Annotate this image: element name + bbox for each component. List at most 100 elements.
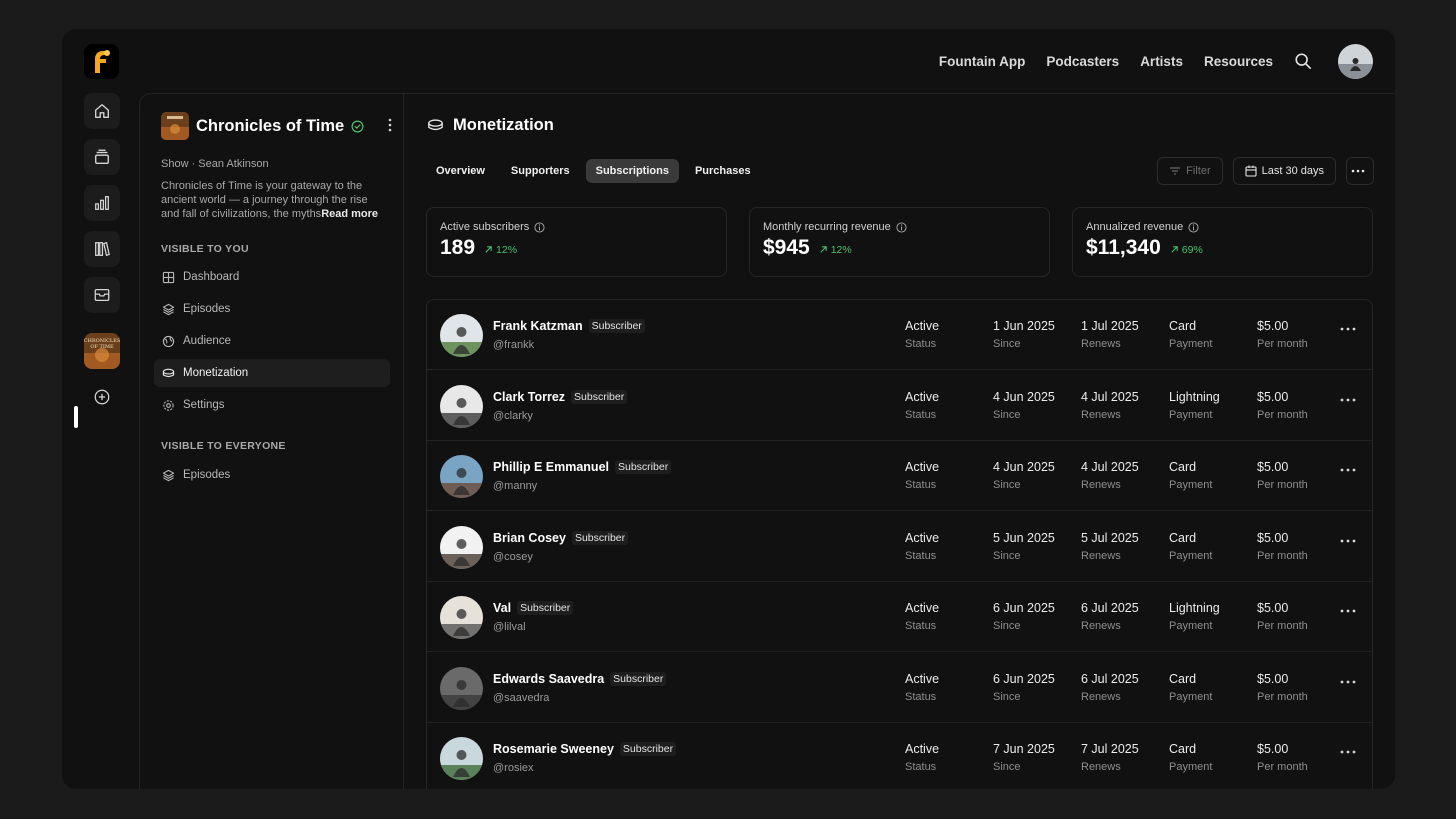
- row-more-icon[interactable]: [1340, 609, 1356, 613]
- cell-status-value: Active: [905, 319, 940, 333]
- filter-button[interactable]: Filter: [1157, 157, 1223, 185]
- cell-since-value: 6 Jun 2025: [993, 601, 1055, 615]
- rail-analytics-button[interactable]: [84, 185, 120, 221]
- more-horizontal-icon: [1351, 169, 1364, 173]
- stack-icon: [162, 303, 175, 315]
- subscriber-handle: @cosey: [493, 550, 533, 563]
- subscriber-name[interactable]: Clark Torrez: [493, 390, 565, 404]
- globe-icon: [162, 335, 175, 347]
- table-row[interactable]: Clark Torrez Subscriber @clarky Active Statu…: [427, 371, 1372, 441]
- info-icon[interactable]: [534, 221, 545, 233]
- cell-renews: 4 Jul 2025 Renews: [1081, 460, 1139, 491]
- row-more-icon[interactable]: [1340, 680, 1356, 684]
- cell-status-value: Active: [905, 742, 940, 756]
- row-more-icon[interactable]: [1340, 468, 1356, 472]
- svg-text:OF TIME: OF TIME: [90, 344, 114, 350]
- subscriber-name[interactable]: Rosemarie Sweeney: [493, 742, 614, 756]
- cell-status-value: Active: [905, 389, 940, 404]
- tab-overview[interactable]: Overview: [426, 159, 495, 183]
- cell-renews-label: Renews: [1081, 479, 1121, 491]
- cell-payment-label: Payment: [1169, 549, 1213, 562]
- cell-status: Active Status: [905, 672, 939, 703]
- subscriber-name[interactable]: Edwards Saavedra: [493, 672, 604, 686]
- cell-since-value: 1 Jun 2025: [993, 319, 1055, 333]
- top-navigation: Fountain App Podcasters Artists Resource…: [939, 43, 1373, 79]
- table-row[interactable]: Brian Cosey Subscriber @cosey Active Status 5…: [427, 512, 1372, 582]
- tab-supporters[interactable]: Supporters: [501, 159, 580, 183]
- row-more-icon[interactable]: [1340, 327, 1356, 331]
- table-row[interactable]: Frank Katzman Subscriber @frankk Active Stat…: [427, 300, 1372, 370]
- cell-renews: 1 Jul 2025 Renews: [1081, 319, 1139, 350]
- cell-renews: 6 Jul 2025 Renews: [1081, 601, 1139, 632]
- tab-subscriptions[interactable]: Subscriptions: [585, 159, 679, 183]
- subscriber-name-row: Rosemarie Sweeney Subscriber: [493, 742, 677, 756]
- arrow-up-right-icon: [1171, 246, 1178, 253]
- cell-amount: $5.00 Per month: [1257, 531, 1308, 562]
- cell-status: Active Status: [905, 460, 939, 491]
- rail-library-button[interactable]: [84, 231, 120, 267]
- table-row[interactable]: Phillip E Emmanuel Subscriber @manny Active…: [427, 441, 1372, 511]
- search-icon[interactable]: [1294, 52, 1312, 70]
- table-row[interactable]: Edwards Saavedra Subscriber @saavedra Activ…: [427, 653, 1372, 723]
- nav-link-podcasters[interactable]: Podcasters: [1046, 54, 1119, 69]
- nav-link-artists[interactable]: Artists: [1140, 54, 1183, 69]
- date-range-button[interactable]: Last 30 days: [1232, 157, 1336, 185]
- cell-renews-label: Renews: [1081, 690, 1121, 703]
- cell-payment-label: Payment: [1169, 690, 1213, 703]
- fountain-logo[interactable]: [84, 44, 119, 79]
- rail-add-button[interactable]: [84, 379, 120, 415]
- fountain-logo-icon: [94, 49, 110, 73]
- tab-bar: Overview Supporters Subscriptions Purcha…: [426, 159, 761, 183]
- rail-home-button[interactable]: [84, 93, 120, 129]
- more-options-button[interactable]: [1346, 157, 1374, 185]
- tab-purchases[interactable]: Purchases: [685, 159, 761, 183]
- show-description: Chronicles of Time is your gateway to th…: [161, 179, 386, 221]
- coins-icon: [162, 368, 175, 377]
- cell-since-label: Since: [993, 549, 1021, 562]
- rail-layers-button[interactable]: [84, 139, 120, 175]
- sidebar-item-dashboard[interactable]: Dashboard: [154, 263, 390, 291]
- sidebar-item-audience[interactable]: Audience: [154, 327, 390, 355]
- subscriber-handle: @clarky: [493, 409, 533, 422]
- cell-status: Active Status: [905, 531, 939, 562]
- subscriber-name[interactable]: Frank Katzman: [493, 319, 583, 333]
- row-more-icon[interactable]: [1340, 539, 1356, 543]
- nav-link-resources[interactable]: Resources: [1204, 54, 1273, 69]
- cell-since-label: Since: [993, 690, 1021, 703]
- nav-link-fountain-app[interactable]: Fountain App: [939, 54, 1025, 69]
- row-more-icon[interactable]: [1340, 750, 1356, 754]
- rail-show-artwork[interactable]: CHRONICLES OF TIME: [84, 333, 120, 369]
- sidebar-item-monetization[interactable]: Monetization: [154, 359, 390, 387]
- read-more-link[interactable]: Read more: [321, 208, 378, 220]
- subscriber-name[interactable]: Brian Cosey: [493, 531, 566, 545]
- stat-change-value: 12%: [496, 243, 518, 256]
- sidebar-item-public-episodes[interactable]: Episodes: [154, 461, 390, 489]
- subscriber-name[interactable]: Phillip E Emmanuel: [493, 460, 609, 474]
- subscriber-badge: Subscriber: [571, 389, 628, 404]
- subscriber-badge: Subscriber: [571, 530, 629, 545]
- row-more-icon[interactable]: [1340, 398, 1356, 402]
- cell-status-label: Status: [905, 479, 937, 491]
- table-row[interactable]: Rosemarie Sweeney Subscriber @rosiex Active…: [427, 723, 1372, 789]
- subscriber-name[interactable]: Val: [493, 601, 511, 615]
- cell-renews-label: Renews: [1081, 549, 1121, 562]
- cell-since-label: Since: [993, 620, 1021, 632]
- cell-payment-value: Card: [1169, 530, 1197, 545]
- cell-renews-label: Renews: [1081, 761, 1121, 773]
- subscriber-badge: Subscriber: [619, 742, 677, 756]
- info-icon[interactable]: [1188, 221, 1199, 233]
- page-title-text: Monetization: [453, 116, 554, 134]
- user-avatar[interactable]: [1338, 43, 1373, 79]
- cell-payment: Card Payment: [1169, 460, 1212, 491]
- cell-since: 4 Jun 2025 Since: [993, 460, 1055, 491]
- rail-inbox-button[interactable]: [84, 277, 120, 313]
- cell-status-value: Active: [905, 530, 940, 545]
- info-icon[interactable]: [896, 221, 907, 233]
- table-row[interactable]: Val Subscriber @lilval Active Status 6 Jun 20…: [427, 582, 1372, 652]
- sidebar-item-settings[interactable]: Settings: [154, 391, 390, 419]
- show-options-icon[interactable]: [387, 118, 393, 132]
- subscriber-badge: Subscriber: [615, 460, 672, 474]
- cell-since: 1 Jun 2025 Since: [993, 319, 1055, 350]
- subscriber-name-row: Brian Cosey Subscriber: [493, 530, 629, 545]
- sidebar-item-episodes[interactable]: Episodes: [154, 295, 390, 323]
